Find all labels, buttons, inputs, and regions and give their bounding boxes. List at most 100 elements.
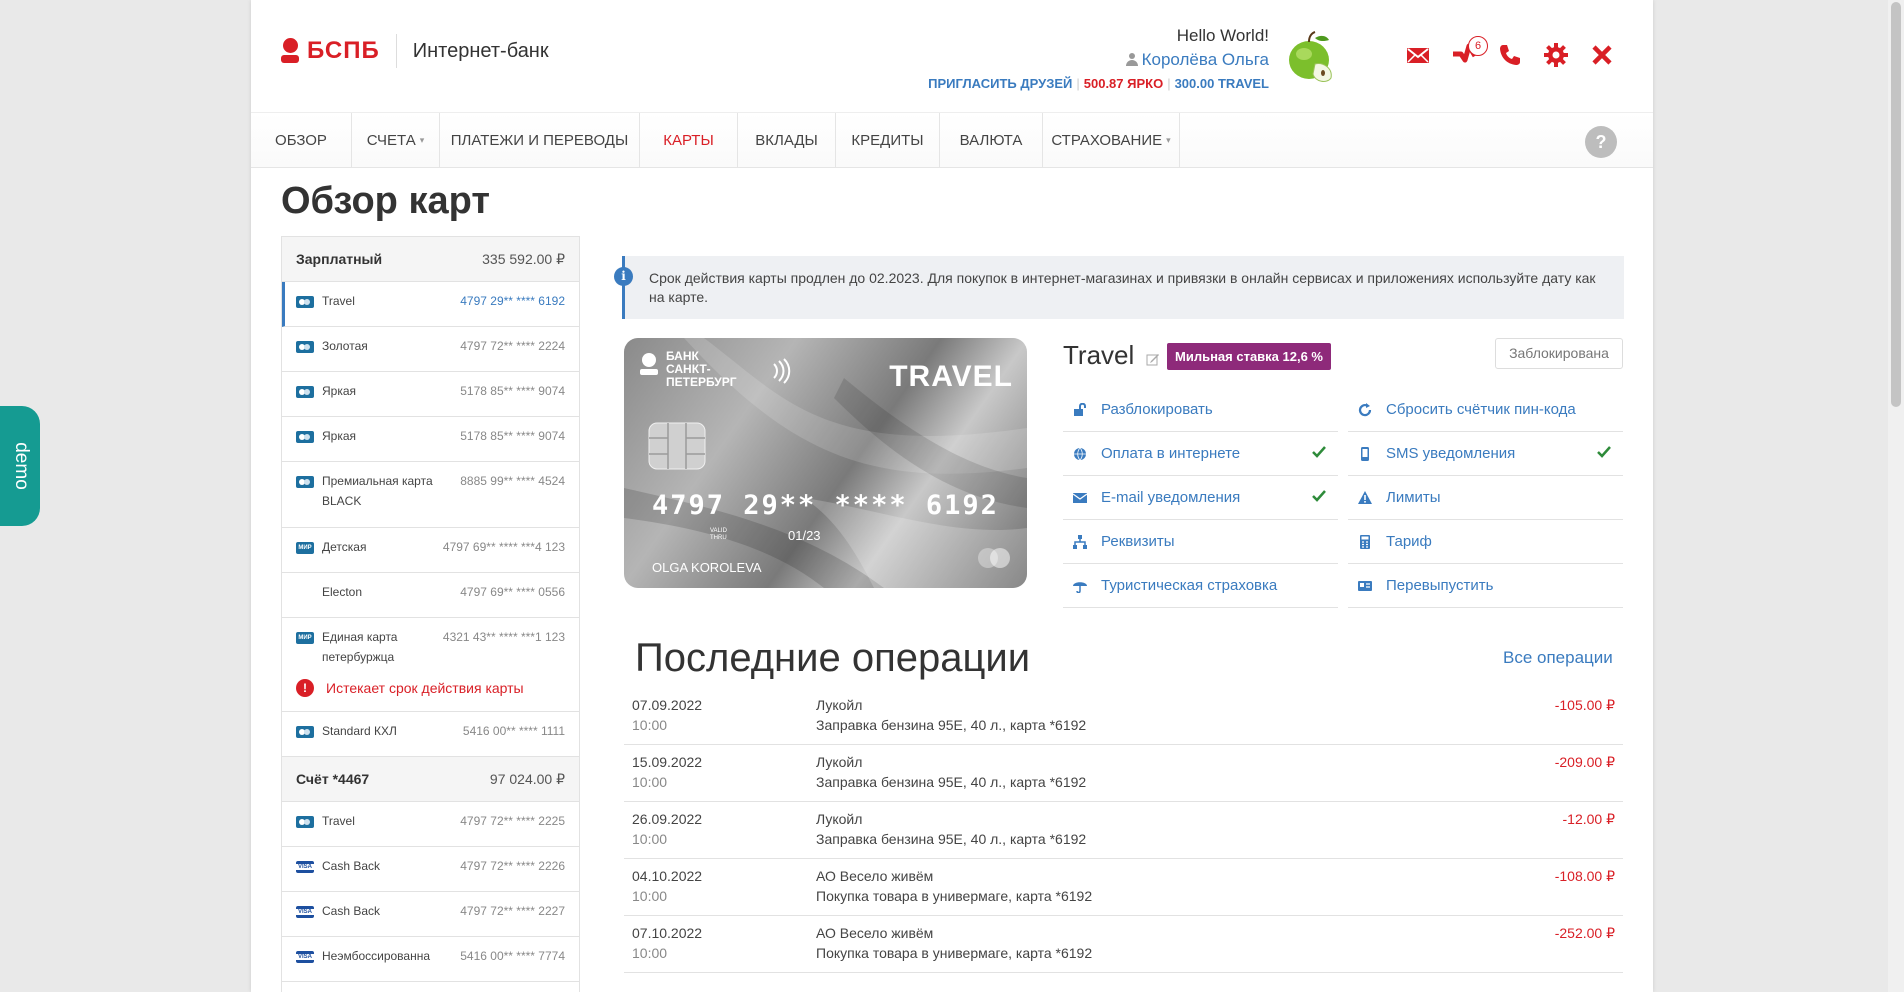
operation-merchant: АО Весело живём [816,925,934,941]
chevron-down-icon: ▾ [419,135,425,145]
nav-deposits[interactable]: ВКЛАДЫ [738,113,836,168]
tariff-action[interactable]: Тариф [1348,520,1623,564]
apple-avatar-icon[interactable] [1285,30,1337,86]
operations-title: Последние операции [635,636,1031,680]
requisites-action[interactable]: Реквизиты [1063,520,1338,564]
operation-amount: -252.00 ₽ [1554,925,1615,941]
alert-icon: ! [296,679,314,697]
card-list-item[interactable]: МИР Единая карта петербуржца 4321 43** ***… [282,618,579,674]
card-bank-line-3: ПЕТЕРБУРГ [666,375,737,389]
unlock-action[interactable]: Разблокировать [1063,388,1338,432]
demo-tab[interactable]: demo [0,406,40,526]
card-list-item[interactable]: Яркая 5178 85** **** 9074 [282,417,579,462]
globe-icon [1074,447,1086,460]
card-number: 4797 69** **** 0556 [460,585,565,599]
card-list-item[interactable]: Travel 4797 72** **** 2225 [282,802,579,847]
help-button[interactable]: ? [1585,126,1617,158]
internet-payment-action[interactable]: Оплата в интернете [1063,432,1338,476]
card-number: 4797 72** **** 2224 [460,339,565,353]
notifications-badge: 6 [1468,36,1488,56]
nav-insurance[interactable]: СТРАХОВАНИЕ ▾ [1043,113,1180,168]
user-name-link[interactable]: Королёва Ольга [849,50,1269,70]
reissue-action[interactable]: Перевыпустить [1348,564,1623,608]
card-list-item[interactable]: Премиальная карта BLACK 8885 99** **** 45… [282,462,579,528]
nav-cards[interactable]: КАРТЫ [640,113,738,168]
card-valid-label-2: THRU [710,535,727,541]
account-balance: 97 024.00 ₽ [489,770,565,787]
operation-row[interactable]: 26.09.2022 10:00 Лукойл Заправка бензина… [624,802,1623,859]
id-card-icon [1358,580,1372,591]
logo-text: БСПБ [307,37,380,64]
nav-currency[interactable]: ВАЛЮТА [940,113,1043,168]
action-label: E-mail уведомления [1101,489,1241,506]
nav-credits[interactable]: КРЕДИТЫ [836,113,940,168]
card-number: 4797 72** **** 2227 [460,904,565,918]
email-notifications-action[interactable]: E-mail уведомления [1063,476,1338,520]
operation-merchant: Лукойл [816,754,863,770]
logo-divider [395,34,397,68]
card-list-item[interactable]: VISA Cash Back 4797 72** **** 2227 [282,892,579,937]
scrollbar-thumb[interactable] [1891,2,1901,407]
account-header[interactable]: Зарплатный 335 592.00 ₽ [282,237,579,282]
card-list-item[interactable]: Золотая 4797 72** **** 2224 [282,327,579,372]
all-operations-link[interactable]: Все операции [1503,648,1613,668]
limits-action[interactable]: Лимиты [1348,476,1623,520]
card-list-item[interactable]: VISA Cash Back 4797 72** **** 2226 [282,847,579,892]
mastercard-icon [296,296,314,308]
operation-amount: -209.00 ₽ [1554,754,1615,770]
account-header[interactable]: Счёт *4467 97 024.00 ₽ [282,757,579,802]
card-list-item-with-warning[interactable]: МИР Единая карта петербуржца 4321 43** ***… [282,618,579,712]
warning-text: Истекает срок действия карты [326,680,524,696]
card-list-item[interactable]: Travel 4797 29** **** 6192 [282,282,579,327]
mastercard-icon [296,816,314,828]
chevron-down-icon: ▾ [1166,135,1171,145]
account-balance: 335 592.00 ₽ [482,250,565,267]
nav-accounts[interactable]: СЧЕТА ▾ [352,113,440,168]
no-icon [296,587,314,599]
card-number: 5178 85** **** 9074 [460,384,565,398]
phone-icon[interactable] [1497,42,1523,68]
bonus-yarko-link[interactable]: 500.87 ЯРКО [1084,76,1163,91]
check-icon [1597,446,1611,458]
settings-icon[interactable] [1543,42,1569,68]
card-list-item[interactable]: МИР Детская 4797 69** **** ***4 123 [282,528,579,573]
nav-overview[interactable]: ОБЗОР [251,113,352,168]
card-number: 4797 69** **** ***4 123 [442,540,565,554]
operation-description: Заправка бензина 95Е, 40 л., карта *6192 [816,831,1087,847]
card-list-item[interactable]: VISA Неэмбоссированна 5416 00** **** 7774 [282,937,579,982]
card-name: Standard КХЛ [322,724,397,738]
reset-pin-action[interactable]: Сбросить счётчик пин-кода [1348,388,1623,432]
card-valid-label-1: VALID [710,528,727,534]
travel-insurance-action[interactable]: Туристическая страховка [1063,564,1338,608]
operation-row[interactable]: 07.09.2022 10:00 Лукойл Заправка бензина… [624,688,1623,745]
bank-logo[interactable]: БСПБ Интернет-банк [281,34,549,68]
bonus-travel-link[interactable]: 300.00 TRAVEL [1175,76,1269,91]
action-label: Сбросить счётчик пин-кода [1386,401,1576,418]
card-list-item[interactable]: Electon 4797 69** **** 0556 [282,573,579,618]
card-name: Travel [322,814,355,828]
refresh-icon [1358,402,1372,416]
operation-row[interactable]: 07.10.2022 10:00 АО Весело живём Покупка… [624,916,1623,973]
card-list-item[interactable]: Яркая 5178 85** **** 9074 [282,372,579,417]
mail-icon[interactable] [1405,42,1431,68]
card-number: 4797 72** **** 2225 [460,814,565,828]
operation-date: 07.10.2022 [632,925,703,941]
close-icon[interactable] [1589,42,1615,68]
notifications-button[interactable]: 6 [1451,36,1488,68]
sitemap-icon [1073,534,1087,549]
action-label: Тариф [1386,533,1432,550]
invite-friends-link[interactable]: ПРИГЛАСИТЬ ДРУЗЕЙ [928,76,1072,91]
mastercard-icon [296,386,314,398]
card-list-item[interactable]: Standard КХЛ 5416 00** **** 1111 [282,712,579,757]
mastercard-icon [296,476,314,488]
nav-payments[interactable]: ПЛАТЕЖИ И ПЕРЕВОДЫ [440,113,640,168]
operation-row[interactable]: 04.10.2022 10:00 АО Весело живём Покупка… [624,859,1623,916]
operation-row[interactable]: 15.09.2022 10:00 Лукойл Заправка бензина… [624,745,1623,802]
edit-icon[interactable] [1146,352,1160,366]
contactless-icon [773,358,791,384]
main-nav: ОБЗОР СЧЕТА ▾ ПЛАТЕЖИ И ПЕРЕВОДЫ КАРТЫ ВК… [251,112,1653,168]
calculator-icon [1360,534,1370,549]
card-number: 4797 29** **** 6192 [460,294,565,308]
nav-currency-label: ВАЛЮТА [959,132,1023,149]
sms-notifications-action[interactable]: SMS уведомления [1348,432,1623,476]
